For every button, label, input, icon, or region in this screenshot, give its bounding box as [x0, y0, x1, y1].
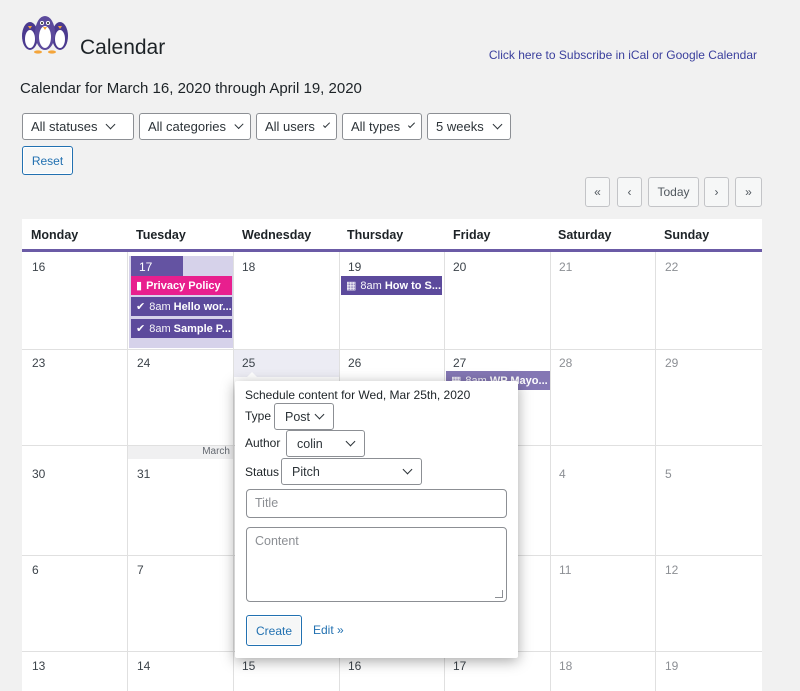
day-number[interactable]: 6 — [32, 563, 39, 577]
weekday-label: Sunday — [664, 228, 710, 242]
type-filter[interactable]: All types — [342, 113, 422, 140]
weekday-header: Monday Tuesday Wednesday Thursday Friday… — [22, 219, 762, 252]
resize-handle-icon[interactable] — [495, 590, 503, 598]
day-number[interactable]: 23 — [32, 356, 45, 370]
day-number[interactable]: 15 — [242, 659, 255, 673]
first-page-button[interactable]: « — [585, 177, 610, 207]
grid-line — [655, 252, 656, 691]
day-number[interactable]: 7 — [137, 563, 144, 577]
title-input[interactable]: Title — [246, 489, 507, 518]
grid-line — [127, 252, 128, 691]
weekday-label: Thursday — [347, 228, 404, 242]
status-label: Status — [245, 465, 280, 479]
author-select[interactable]: colin — [286, 430, 365, 457]
day-number[interactable]: 5 — [665, 467, 672, 481]
grid-line — [233, 252, 234, 691]
content-textarea[interactable]: Content — [246, 527, 507, 602]
day-number[interactable]: 16 — [348, 659, 361, 673]
chevron-down-icon — [492, 119, 503, 130]
type-label: Type — [245, 409, 272, 423]
day-number[interactable]: 22 — [665, 260, 678, 274]
chevron-down-icon — [408, 121, 416, 128]
next-page-button[interactable]: › — [704, 177, 729, 207]
event-sample-page[interactable]: ✔ 8am Sample P... — [131, 319, 232, 338]
day-number[interactable]: 27 — [453, 356, 466, 370]
edit-link[interactable]: Edit » — [313, 623, 344, 637]
day-number[interactable]: 30 — [32, 467, 45, 481]
create-button[interactable]: Create — [246, 615, 302, 646]
page-icon: ▮ — [136, 280, 143, 292]
chevron-down-icon — [322, 120, 331, 129]
event-privacy-policy[interactable]: ▮ Privacy Policy — [131, 276, 232, 295]
day-number[interactable]: 11 — [559, 563, 571, 577]
status-select[interactable]: Pitch — [281, 458, 422, 485]
day-number[interactable]: 21 — [559, 260, 572, 274]
check-icon: ✔ — [136, 323, 146, 335]
chevron-down-icon — [314, 409, 325, 420]
reset-button[interactable]: Reset — [22, 146, 73, 175]
check-icon: ✔ — [136, 301, 146, 313]
weekday-label: Tuesday — [136, 228, 186, 242]
day-number[interactable]: 19 — [665, 659, 678, 673]
weekday-label: Friday — [453, 228, 491, 242]
chevron-down-icon — [234, 119, 244, 130]
schedule-content-popup: Schedule content for Wed, Mar 25th, 2020… — [235, 381, 518, 658]
grid-line — [22, 349, 762, 350]
chevron-down-icon — [402, 464, 413, 475]
chevron-down-icon — [106, 119, 116, 130]
category-filter[interactable]: All categories — [139, 113, 251, 140]
day-number[interactable]: 17 — [453, 659, 466, 673]
today-day-number[interactable]: 17 — [131, 256, 183, 276]
weekday-label: Wednesday — [242, 228, 312, 242]
day-number[interactable]: 26 — [348, 356, 361, 370]
today-button[interactable]: Today — [648, 177, 699, 207]
last-page-button[interactable]: » — [735, 177, 762, 207]
grid-line — [550, 252, 551, 691]
filter-bar: All statuses All categories All users Al… — [22, 113, 511, 140]
day-number[interactable]: 4 — [559, 467, 566, 481]
day-number[interactable]: 29 — [665, 356, 678, 370]
page-title: Calendar — [80, 36, 166, 59]
day-number[interactable]: 13 — [32, 659, 45, 673]
weekday-label: Saturday — [558, 228, 612, 242]
day-number[interactable]: 25 — [242, 356, 255, 370]
status-filter[interactable]: All statuses — [22, 113, 134, 140]
calendar-icon: ▦ — [346, 280, 357, 292]
weekday-label: Monday — [31, 228, 79, 242]
day-number[interactable]: 18 — [559, 659, 572, 673]
day-number[interactable]: 24 — [137, 356, 150, 370]
day-number[interactable]: 16 — [32, 260, 45, 274]
day-number[interactable]: 18 — [242, 260, 255, 274]
day-number[interactable]: 20 — [453, 260, 466, 274]
event-hello-world[interactable]: ✔ 8am Hello wor... — [131, 297, 232, 316]
day-number[interactable]: 14 — [137, 659, 150, 673]
day-number[interactable]: 28 — [559, 356, 572, 370]
chevron-down-icon — [345, 436, 356, 447]
day-number[interactable]: 19 — [348, 260, 361, 274]
type-select[interactable]: Post — [274, 403, 334, 430]
weeks-filter[interactable]: 5 weeks — [427, 113, 511, 140]
subscribe-link[interactable]: Click here to Subscribe in iCal or Googl… — [489, 48, 757, 62]
event-how-to[interactable]: ▦ 8am How to S... — [341, 276, 442, 295]
popup-heading: Schedule content for Wed, Mar 25th, 2020 — [245, 388, 471, 402]
user-filter[interactable]: All users — [256, 113, 337, 140]
day-number[interactable]: 31 — [137, 467, 150, 481]
month-separator: March — [128, 445, 233, 459]
penguin-logo — [22, 16, 68, 54]
prev-page-button[interactable]: ‹ — [617, 177, 642, 207]
author-label: Author — [245, 436, 281, 450]
range-title: Calendar for March 16, 2020 through Apri… — [20, 80, 362, 97]
day-number[interactable]: 12 — [665, 563, 678, 577]
